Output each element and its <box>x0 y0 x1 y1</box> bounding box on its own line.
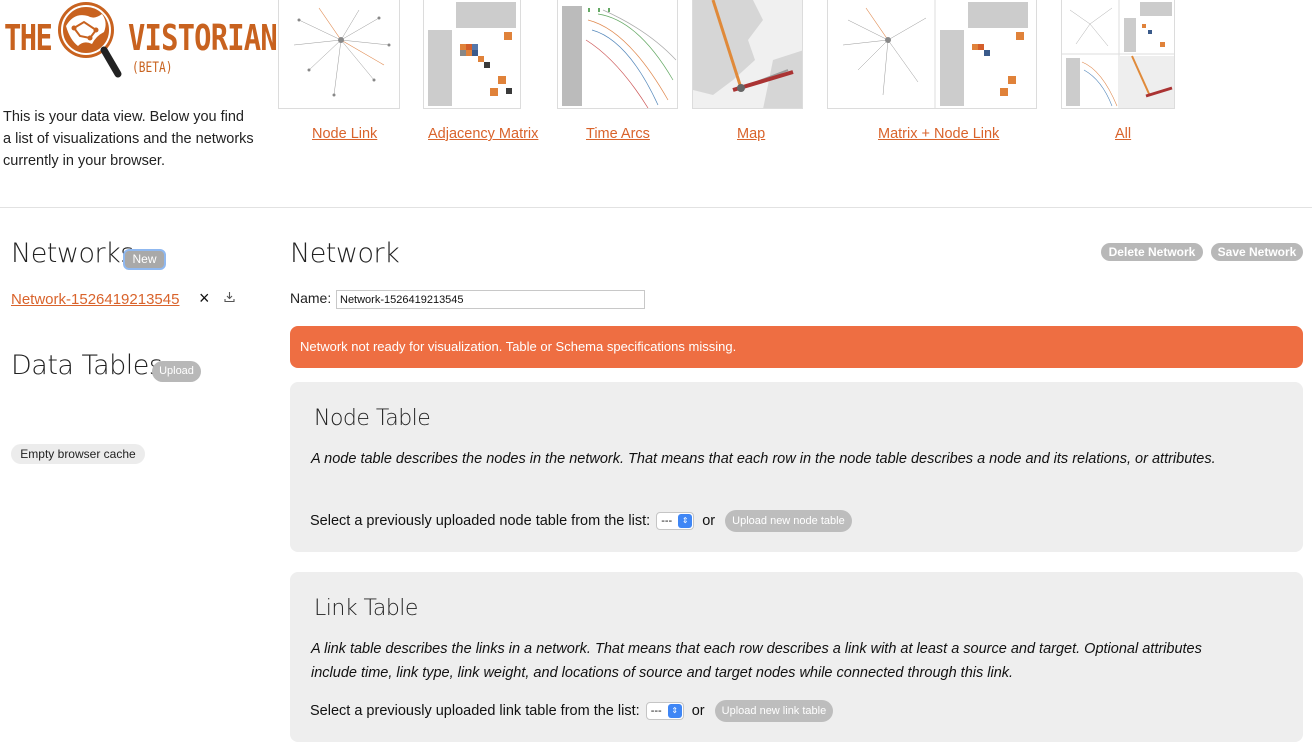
header: THE VISTORIAN (BETA) This is your data v… <box>0 0 1312 208</box>
matrix-node-link-thumbnail[interactable] <box>827 0 1037 109</box>
globe-magnifier-icon <box>58 2 122 78</box>
upload-node-table-button[interactable]: Upload new node table <box>725 510 852 532</box>
network-list-item[interactable]: Network-1526419213545 <box>11 291 179 308</box>
empty-browser-cache-button[interactable]: Empty browser cache <box>11 444 145 464</box>
intro-text: This is your data view. Below you find a… <box>3 109 254 169</box>
all-views-thumbnail[interactable] <box>1061 0 1175 109</box>
link-table-title: Link Table <box>314 596 418 621</box>
name-label: Name: <box>290 290 332 306</box>
delete-network-icon[interactable]: × <box>199 288 210 309</box>
networks-heading: Networks <box>11 238 134 269</box>
vis-link-matrix-node-link[interactable]: Matrix + Node Link <box>878 126 999 142</box>
data-tables-heading: Data Tables <box>11 350 163 381</box>
node-link-thumbnail[interactable] <box>278 0 400 109</box>
link-table-panel: Link Table A link table describes the li… <box>290 572 1303 742</box>
vis-link-node-link[interactable]: Node Link <box>312 126 377 142</box>
adjacency-matrix-thumbnail[interactable] <box>423 0 521 109</box>
link-table-select[interactable]: --- ⇕ <box>645 702 684 720</box>
vistorian-logo[interactable]: THE VISTORIAN (BETA) <box>0 0 278 92</box>
link-table-description: A link table describes the links in a ne… <box>311 641 1202 681</box>
vis-link-adjacency-matrix[interactable]: Adjacency Matrix <box>428 126 538 142</box>
upload-link-table-button[interactable]: Upload new link table <box>714 700 834 722</box>
save-network-button[interactable]: Save Network <box>1211 243 1303 261</box>
node-table-select-value: --- <box>661 515 673 527</box>
or-text: or <box>702 512 716 529</box>
upload-table-button[interactable]: Upload <box>152 361 201 382</box>
select-arrows-icon: ⇕ <box>667 704 682 718</box>
link-table-select-row: Select a previously uploaded link table … <box>310 700 834 722</box>
node-table-title: Node Table <box>314 406 431 431</box>
delete-network-button[interactable]: Delete Network <box>1101 243 1203 261</box>
node-table-panel: Node Table A node table describes the no… <box>290 382 1303 552</box>
node-table-select[interactable]: --- ⇕ <box>656 512 695 530</box>
select-arrows-icon: ⇕ <box>678 514 693 528</box>
network-name-input[interactable] <box>336 290 645 309</box>
download-icon[interactable] <box>224 291 235 303</box>
vis-link-time-arcs[interactable]: Time Arcs <box>586 126 650 142</box>
node-table-select-row: Select a previously uploaded node table … <box>310 510 852 532</box>
vis-link-all[interactable]: All <box>1115 126 1131 142</box>
network-heading: Network <box>290 238 400 269</box>
link-table-select-value: --- <box>650 705 662 717</box>
node-table-description: A node table describes the nodes in the … <box>311 451 1216 467</box>
vis-link-map[interactable]: Map <box>737 126 765 142</box>
not-ready-alert: Network not ready for visualization. Tab… <box>290 326 1303 368</box>
or-text: or <box>691 702 705 719</box>
node-table-select-prompt: Select a previously uploaded node table … <box>310 512 651 529</box>
new-network-button[interactable]: New <box>123 249 166 270</box>
link-table-select-prompt: Select a previously uploaded link table … <box>310 702 640 719</box>
time-arcs-thumbnail[interactable] <box>557 0 678 109</box>
logo-vistorian-text: VISTORIAN <box>128 18 278 59</box>
map-thumbnail[interactable] <box>692 0 803 109</box>
logo-beta-text: (BETA) <box>132 60 173 76</box>
